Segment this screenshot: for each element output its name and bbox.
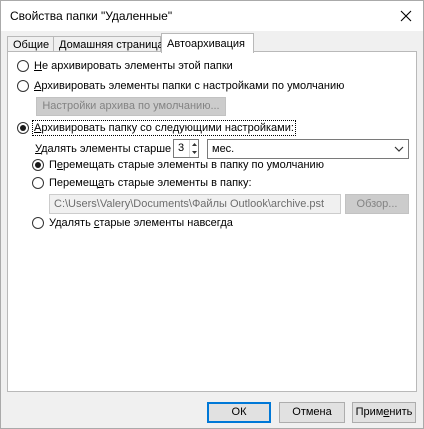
tab-autoarchive[interactable]: Автоархивация xyxy=(161,33,254,53)
ok-button[interactable]: ОК xyxy=(207,402,271,423)
label-text: Удалять xyxy=(49,217,94,229)
months-stepper[interactable]: 3 xyxy=(173,139,199,158)
radio-move-default-folder-circle[interactable] xyxy=(32,159,44,171)
archive-path-field[interactable]: C:\Users\Valery\Documents\Файлы Outlook\… xyxy=(49,194,341,214)
archive-path-value: C:\Users\Valery\Documents\Файлы Outlook\… xyxy=(54,198,325,210)
tab-home-page-label: Домашняя страница xyxy=(59,39,164,51)
delete-older-label: Удалять элементы старше xyxy=(35,143,171,155)
default-archive-settings-button-label: Настройки архива по умолчанию... xyxy=(42,100,220,112)
label-text: рхивировать папку со следующими настройк… xyxy=(41,122,294,134)
label-text: ть старые элементы в папку: xyxy=(103,177,252,189)
radio-delete-forever-label: Удалять старые элементы навсегда xyxy=(49,217,233,229)
cancel-button-label: Отмена xyxy=(292,406,332,418)
access-key: Н xyxy=(34,60,42,72)
months-value: 3 xyxy=(178,142,185,154)
chevron-down-icon xyxy=(394,144,404,154)
radio-move-to-folder-label: Перемещать старые элементы в папку: xyxy=(49,177,252,189)
autoarchive-panel: Не архивировать элементы этой папки Архи… xyxy=(7,51,417,392)
title-bar: Свойства папки "Удаленные" xyxy=(1,1,423,31)
label-text: Прим xyxy=(355,406,384,418)
label-text: ремещать старые элементы в папку по умол… xyxy=(63,159,324,171)
radio-archive-custom-circle[interactable] xyxy=(17,122,29,134)
label-text: далять элементы старше xyxy=(41,143,172,155)
tab-strip: Общие Домашняя страница Автоархивация xyxy=(1,32,423,53)
close-icon[interactable] xyxy=(395,5,417,27)
radio-move-to-folder-circle[interactable] xyxy=(32,177,44,189)
default-archive-settings-button[interactable]: Настройки архива по умолчанию... xyxy=(36,97,226,116)
apply-button[interactable]: Применить xyxy=(352,402,416,423)
label-text: тарые элементы навсегда xyxy=(99,217,233,229)
window-title: Свойства папки "Удаленные" xyxy=(10,9,173,23)
radio-archive-default-circle[interactable] xyxy=(17,80,29,92)
tab-autoarchive-label: Автоархивация xyxy=(167,38,245,50)
radio-move-to-folder[interactable]: Перемещать старые элементы в папку: xyxy=(32,177,252,189)
radio-do-not-archive[interactable]: Не архивировать элементы этой папки xyxy=(17,60,233,72)
radio-do-not-archive-label: Не архивировать элементы этой папки xyxy=(34,60,233,72)
ok-button-label: ОК xyxy=(231,406,247,418)
radio-move-default-folder[interactable]: Перемещать старые элементы в папку по ум… xyxy=(32,159,324,171)
age-unit-select[interactable]: мес. xyxy=(207,139,409,159)
browse-button-label: Обзор... xyxy=(356,198,398,210)
label-text: П xyxy=(49,159,57,171)
age-unit-value: мес. xyxy=(212,143,235,155)
radio-move-default-folder-label: Перемещать старые элементы в папку по ум… xyxy=(49,159,324,171)
label-text: Перемещ xyxy=(49,177,98,189)
browse-button[interactable]: Обзор... xyxy=(345,194,409,214)
apply-button-label: Применить xyxy=(356,406,413,418)
radio-archive-custom[interactable]: Архивировать папку со следующими настрой… xyxy=(17,120,296,136)
radio-delete-forever-circle[interactable] xyxy=(32,217,44,229)
tab-general-label: Общие xyxy=(13,39,50,51)
label-text: нить xyxy=(389,406,413,418)
radio-delete-forever[interactable]: Удалять старые элементы навсегда xyxy=(32,217,233,229)
radio-do-not-archive-circle[interactable] xyxy=(17,60,29,72)
label-text: рхивировать элементы папки с настройками… xyxy=(41,80,345,92)
radio-archive-custom-label: Архивировать папку со следующими настрой… xyxy=(32,120,296,136)
cancel-button[interactable]: Отмена xyxy=(279,402,345,423)
folder-properties-dialog: Свойства папки "Удаленные" Общие Домашня… xyxy=(0,0,424,429)
radio-archive-default[interactable]: Архивировать элементы папки с настройкам… xyxy=(17,80,344,92)
stepper-arrows-icon[interactable] xyxy=(189,140,198,157)
radio-archive-default-label: Архивировать элементы папки с настройкам… xyxy=(34,80,344,92)
label-text: е архивировать элементы этой папки xyxy=(41,60,233,72)
